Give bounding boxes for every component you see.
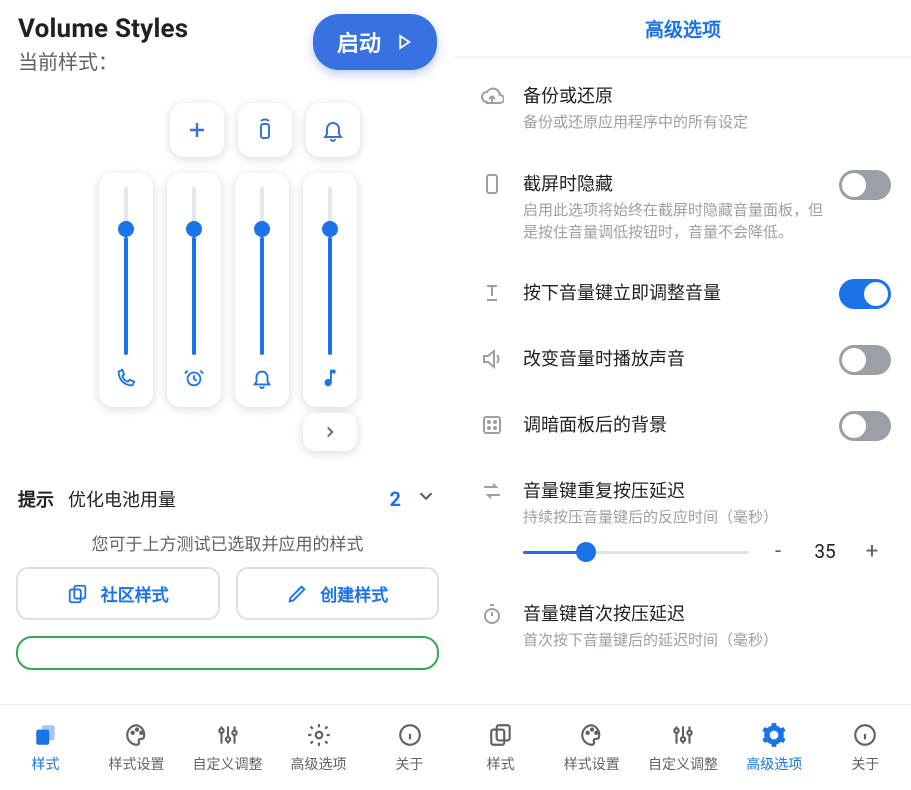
toggle-dim-bg[interactable] [839, 411, 891, 441]
volume-slider-media[interactable] [303, 173, 357, 407]
cards-icon [33, 722, 59, 748]
bottom-nav-left: 样式 样式设置 自定义调整 高级选项 关于 [0, 704, 455, 790]
tab-advanced[interactable]: 高级选项 [273, 705, 364, 790]
toggle-instant-adjust[interactable] [839, 279, 891, 309]
hint-row[interactable]: 提示 优化电池用量 2 [18, 485, 437, 512]
gear-icon [761, 722, 787, 748]
repeat-delay-value: 35 [807, 540, 843, 563]
sliders-icon [215, 722, 241, 748]
bell-icon [321, 118, 345, 142]
cloud-upload-icon [475, 82, 509, 108]
item-dim-bg[interactable]: 调暗面板后的背景 [455, 393, 911, 459]
phone-outline-icon [475, 170, 509, 196]
item-instant-adjust[interactable]: 按下音量键立即调整音量 [455, 261, 911, 327]
info-icon [397, 722, 423, 748]
item-repeat-delay: 音量键重复按压延迟 持续按压音量键后的反应时间（毫秒） [455, 459, 911, 535]
item-hide-on-screenshot[interactable]: 截屏时隐藏 启用此选项将始终在截屏时隐藏音量面板，但是按住音量调低按钮时，音量不… [455, 152, 911, 262]
device-vibrate-icon [253, 118, 277, 142]
pencil-icon [286, 583, 308, 605]
create-style-button[interactable]: 创建样式 [236, 567, 440, 620]
cards-icon [488, 722, 514, 748]
phone-icon [115, 367, 137, 393]
stopwatch-icon [475, 600, 509, 626]
expand-button[interactable] [303, 413, 357, 451]
page-title: 高级选项 [645, 15, 721, 42]
item-play-sound[interactable]: 改变音量时播放声音 [455, 327, 911, 393]
grid-icon [475, 411, 509, 437]
repeat-delay-slider[interactable] [523, 540, 749, 564]
current-style-label: 当前样式： [18, 46, 118, 75]
play-icon [395, 33, 413, 51]
item-backup[interactable]: 备份或还原 备份或还原应用程序中的所有设定 [455, 64, 911, 152]
plus-minus-icon [475, 279, 509, 305]
launch-label: 启动 [337, 26, 381, 58]
plus-button[interactable]: + [861, 539, 883, 564]
palette-icon [124, 722, 150, 748]
toggle-play-sound[interactable] [839, 345, 891, 375]
chevron-down-icon [415, 485, 437, 512]
tab-styles[interactable]: 样式 [455, 705, 546, 790]
bell-icon [251, 367, 273, 393]
volume-slider-call[interactable] [99, 173, 153, 407]
music-note-icon [319, 367, 341, 393]
toggle-hide-on-screenshot[interactable] [839, 170, 891, 200]
tab-style-settings[interactable]: 样式设置 [546, 705, 637, 790]
tab-about[interactable]: 关于 [364, 705, 455, 790]
plus-icon [185, 118, 209, 142]
volume-slider-alarm[interactable] [167, 173, 221, 407]
tab-style-settings[interactable]: 样式设置 [91, 705, 182, 790]
tab-about[interactable]: 关于 [820, 705, 911, 790]
item-first-delay: 音量键首次按压延迟 首次按下音量键后的延迟时间（毫秒） [455, 582, 911, 670]
hint-tag: 提示 [18, 486, 54, 512]
tab-advanced[interactable]: 高级选项 [729, 705, 820, 790]
palette-icon [579, 722, 605, 748]
device-button[interactable] [238, 103, 292, 157]
tab-styles[interactable]: 样式 [0, 705, 91, 790]
bottom-nav-right: 样式 样式设置 自定义调整 高级选项 关于 [455, 704, 911, 790]
volume-slider-ring[interactable] [235, 173, 289, 407]
hint-count: 2 [390, 487, 401, 511]
ring-button[interactable] [306, 103, 360, 157]
community-styles-button[interactable]: 社区样式 [16, 567, 220, 620]
hint-text: 优化电池用量 [68, 486, 176, 512]
test-note: 您可于上方测试已选取并应用的样式 [0, 524, 455, 567]
cards-icon [67, 583, 89, 605]
tab-customize[interactable]: 自定义调整 [637, 705, 728, 790]
sliders-icon [670, 722, 696, 748]
app-title: Volume Styles [18, 14, 188, 44]
launch-button[interactable]: 启动 [313, 14, 437, 70]
add-style-button[interactable] [170, 103, 224, 157]
highlight-box [16, 636, 439, 670]
minus-button[interactable]: - [767, 539, 789, 564]
info-icon [852, 722, 878, 748]
sound-icon [475, 345, 509, 371]
alarm-icon [183, 367, 205, 393]
tab-customize[interactable]: 自定义调整 [182, 705, 273, 790]
repeat-icon [475, 477, 509, 503]
chevron-right-icon [321, 423, 339, 441]
gear-icon [306, 722, 332, 748]
